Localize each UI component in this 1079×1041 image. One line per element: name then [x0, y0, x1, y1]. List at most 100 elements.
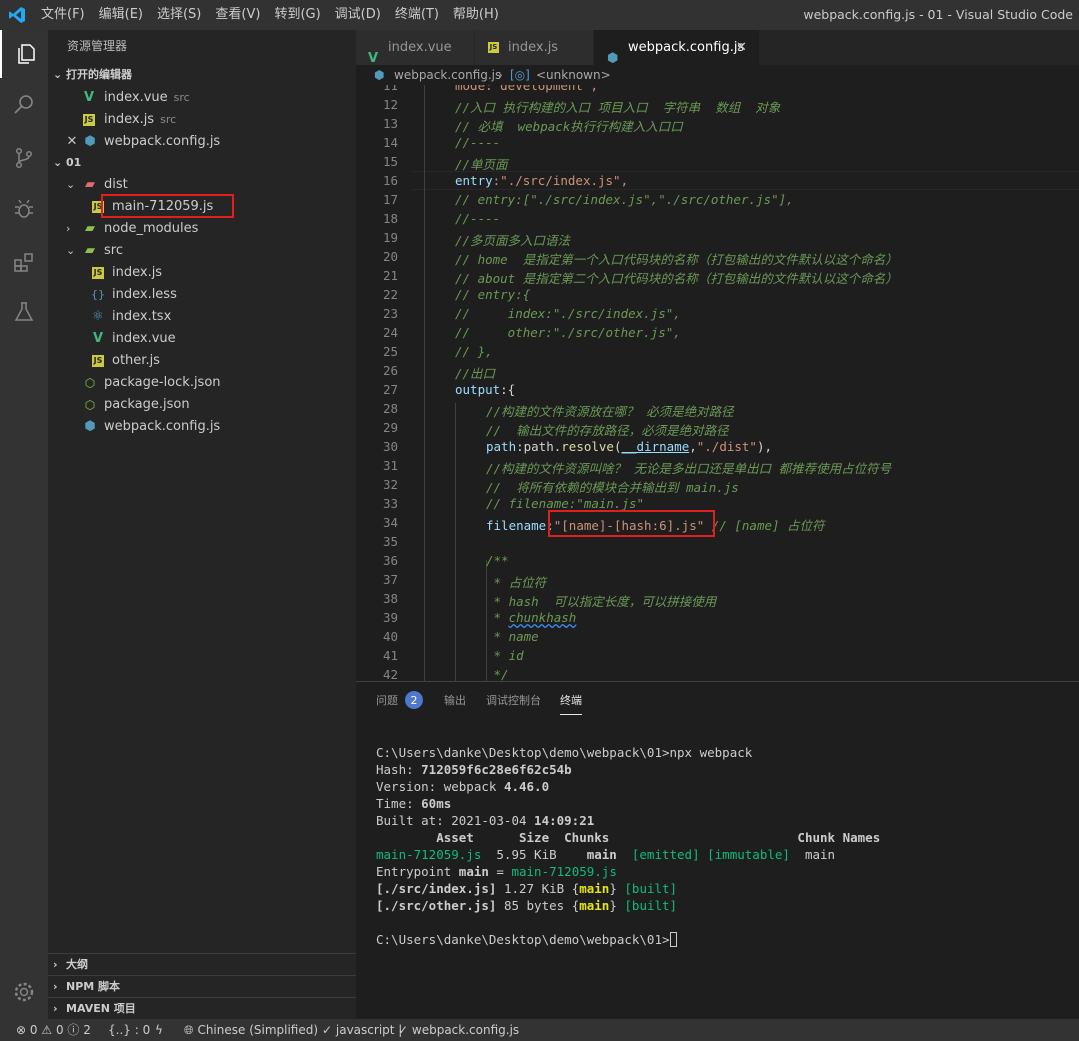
- npm-scripts-section[interactable]: › NPM 脚本: [48, 975, 356, 997]
- maven-section[interactable]: › MAVEN 项目: [48, 997, 356, 1019]
- tree-folder-node-modules[interactable]: › ▰ node_modules: [48, 218, 356, 240]
- tree-file[interactable]: ⚛ index.tsx: [48, 306, 356, 328]
- tab-label: webpack.config.js: [628, 40, 745, 55]
- error-count: 0: [29, 1023, 38, 1037]
- close-icon[interactable]: ✕: [736, 30, 747, 65]
- terminal-line: C:\Users\danke\Desktop\demo\webpack\01>n…: [376, 745, 753, 760]
- tree-file[interactable]: {} index.less: [48, 284, 356, 306]
- tree-item-label: src: [104, 243, 123, 258]
- code-line: // entry:{: [455, 287, 531, 302]
- tab-index-js[interactable]: JS index.js: [475, 30, 593, 65]
- menu-debug[interactable]: 调试(D): [328, 0, 388, 30]
- section-label: NPM 脚本: [66, 980, 121, 993]
- open-editors-header[interactable]: ⌄ 打开的编辑器: [48, 64, 356, 86]
- file-label: webpack.config.js: [411, 1023, 520, 1037]
- tree-item-label: package.json: [104, 397, 190, 412]
- tree-file[interactable]: V index.vue: [48, 328, 356, 350]
- breadcrumb-symbol[interactable]: <unknown>: [536, 65, 611, 85]
- outline-section[interactable]: › 大纲: [48, 953, 356, 975]
- chevron-right-icon: ›: [53, 980, 58, 993]
- react-file-icon: ⚛: [92, 309, 104, 324]
- info-icon: ⓘ: [67, 1023, 80, 1037]
- tree-folder-src[interactable]: ⌄ ▰ src: [48, 240, 356, 262]
- line-number: 14: [382, 135, 398, 150]
- open-editor-item[interactable]: JS index.js src: [48, 109, 356, 131]
- tree-item-label: webpack.config.js: [104, 419, 221, 434]
- tree-file[interactable]: ⬢ webpack.config.js: [48, 416, 356, 438]
- code-line: //入口 执行构建的入口 项目入口 字符串 数组 对象: [455, 100, 781, 115]
- code-token: chunkhash: [508, 610, 577, 625]
- node-folder-icon: ▰: [85, 221, 95, 236]
- close-icon[interactable]: ✕: [65, 134, 79, 149]
- explorer-sidebar: 资源管理器 ⌄ 打开的编辑器 V index.vue src JS index.j…: [48, 30, 356, 1019]
- highlight-box: [101, 194, 234, 218]
- tab-output[interactable]: 输出: [444, 692, 466, 708]
- breadcrumb-file[interactable]: webpack.config.js: [394, 65, 501, 85]
- search-icon[interactable]: [0, 80, 48, 128]
- source-control-icon[interactable]: [0, 134, 48, 182]
- sidebar-title: 资源管理器: [67, 39, 128, 53]
- line-number: 24: [382, 325, 398, 340]
- line-number: 31: [382, 458, 398, 473]
- menu-file[interactable]: 文件(F): [34, 0, 92, 30]
- code-line: // },: [455, 344, 493, 359]
- line-number: 20: [382, 249, 398, 264]
- braces-status[interactable]: {..} : 0: [108, 1019, 150, 1041]
- menu-goto[interactable]: 转到(G): [267, 0, 327, 30]
- menu-selection[interactable]: 选择(S): [150, 0, 208, 30]
- vscode-logo-icon: [0, 0, 34, 30]
- debug-icon[interactable]: [0, 185, 48, 233]
- line-number: 26: [382, 363, 398, 378]
- menu-edit[interactable]: 编辑(E): [92, 0, 150, 30]
- tree-item-label: node_modules: [104, 221, 199, 236]
- webpack-file-icon: ⬢: [374, 68, 385, 82]
- folder-header[interactable]: ⌄ 01: [48, 152, 356, 174]
- settings-gear-icon[interactable]: [0, 968, 48, 1016]
- tab-index-vue[interactable]: V index.vue: [356, 30, 474, 66]
- extensions-icon[interactable]: [0, 238, 48, 286]
- code-line: // about 是指定第二个入口代码块的名称（打包输出的文件默认以这个命名）: [455, 271, 898, 286]
- line-number: 17: [382, 192, 398, 207]
- less-file-icon: {}: [91, 288, 105, 301]
- tree-file[interactable]: JS other.js: [48, 350, 356, 372]
- tree-file[interactable]: ⬡ package-lock.json: [48, 372, 356, 394]
- open-editor-name: webpack.config.js: [104, 134, 221, 149]
- line-number: 25: [382, 344, 398, 359]
- terminal-line: Asset Size Chunks Chunk Names: [376, 830, 881, 845]
- terminal-text: 5.95 KiB: [481, 847, 587, 862]
- terminal-cursor: [669, 932, 677, 947]
- title-bar: 文件(F) 编辑(E) 选择(S) 查看(V) 转到(G) 调试(D) 终端(T…: [0, 0, 1079, 30]
- menu-terminal[interactable]: 终端(T): [388, 0, 446, 30]
- tab-terminal[interactable]: 终端: [560, 692, 582, 715]
- lightning-icon[interactable]: ϟ: [155, 1019, 163, 1041]
- language-status[interactable]: 🌐︎ Chinese (Simplified): [184, 1019, 318, 1041]
- mode-status[interactable]: ✓ javascript |: [322, 1019, 402, 1041]
- line-number: 42: [382, 667, 398, 681]
- problems-status[interactable]: ⊗ 0 ⚠ 0 ⓘ 2: [16, 1019, 91, 1041]
- menu-help[interactable]: 帮助(H): [446, 0, 506, 30]
- tree-item-label: index.less: [112, 287, 177, 302]
- tab-problems[interactable]: 问题: [376, 692, 398, 708]
- indent-guide: [424, 85, 425, 681]
- code-line: // other:"./src/other.js",: [455, 325, 681, 340]
- test-icon[interactable]: [0, 288, 48, 336]
- files-icon[interactable]: [0, 30, 48, 78]
- open-editor-item[interactable]: ✕ ⬢ webpack.config.js: [48, 131, 356, 153]
- tree-folder-dist[interactable]: ⌄ ▰ dist: [48, 174, 356, 196]
- tree-file[interactable]: JS index.js: [48, 262, 356, 284]
- open-editor-desc: src: [173, 91, 190, 104]
- tab-webpack-config[interactable]: ⬢ webpack.config.js ✕: [594, 30, 759, 66]
- code-token: *: [486, 610, 509, 625]
- open-editor-item[interactable]: V index.vue src: [48, 87, 356, 109]
- tree-file[interactable]: ⬡ package.json: [48, 394, 356, 416]
- tab-debug-console[interactable]: 调试控制台: [486, 692, 541, 708]
- code-line: // 必填 webpack执行行构建入入口口: [455, 119, 683, 134]
- code-token: ,: [689, 439, 697, 454]
- code-line: */: [486, 667, 509, 681]
- code-editor[interactable]: 11 12 13 14 15 16 17 18 19 20 21 22 23 2…: [356, 85, 1079, 681]
- terminal-line: [./src/index.js] 1.27 KiB {main} [built]: [376, 881, 678, 896]
- code-token: entry: [455, 173, 493, 188]
- menu-view[interactable]: 查看(V): [208, 0, 267, 30]
- code-line: entry:"./src/index.js",: [455, 173, 628, 188]
- file-status[interactable]: ✓ webpack.config.js: [398, 1019, 519, 1041]
